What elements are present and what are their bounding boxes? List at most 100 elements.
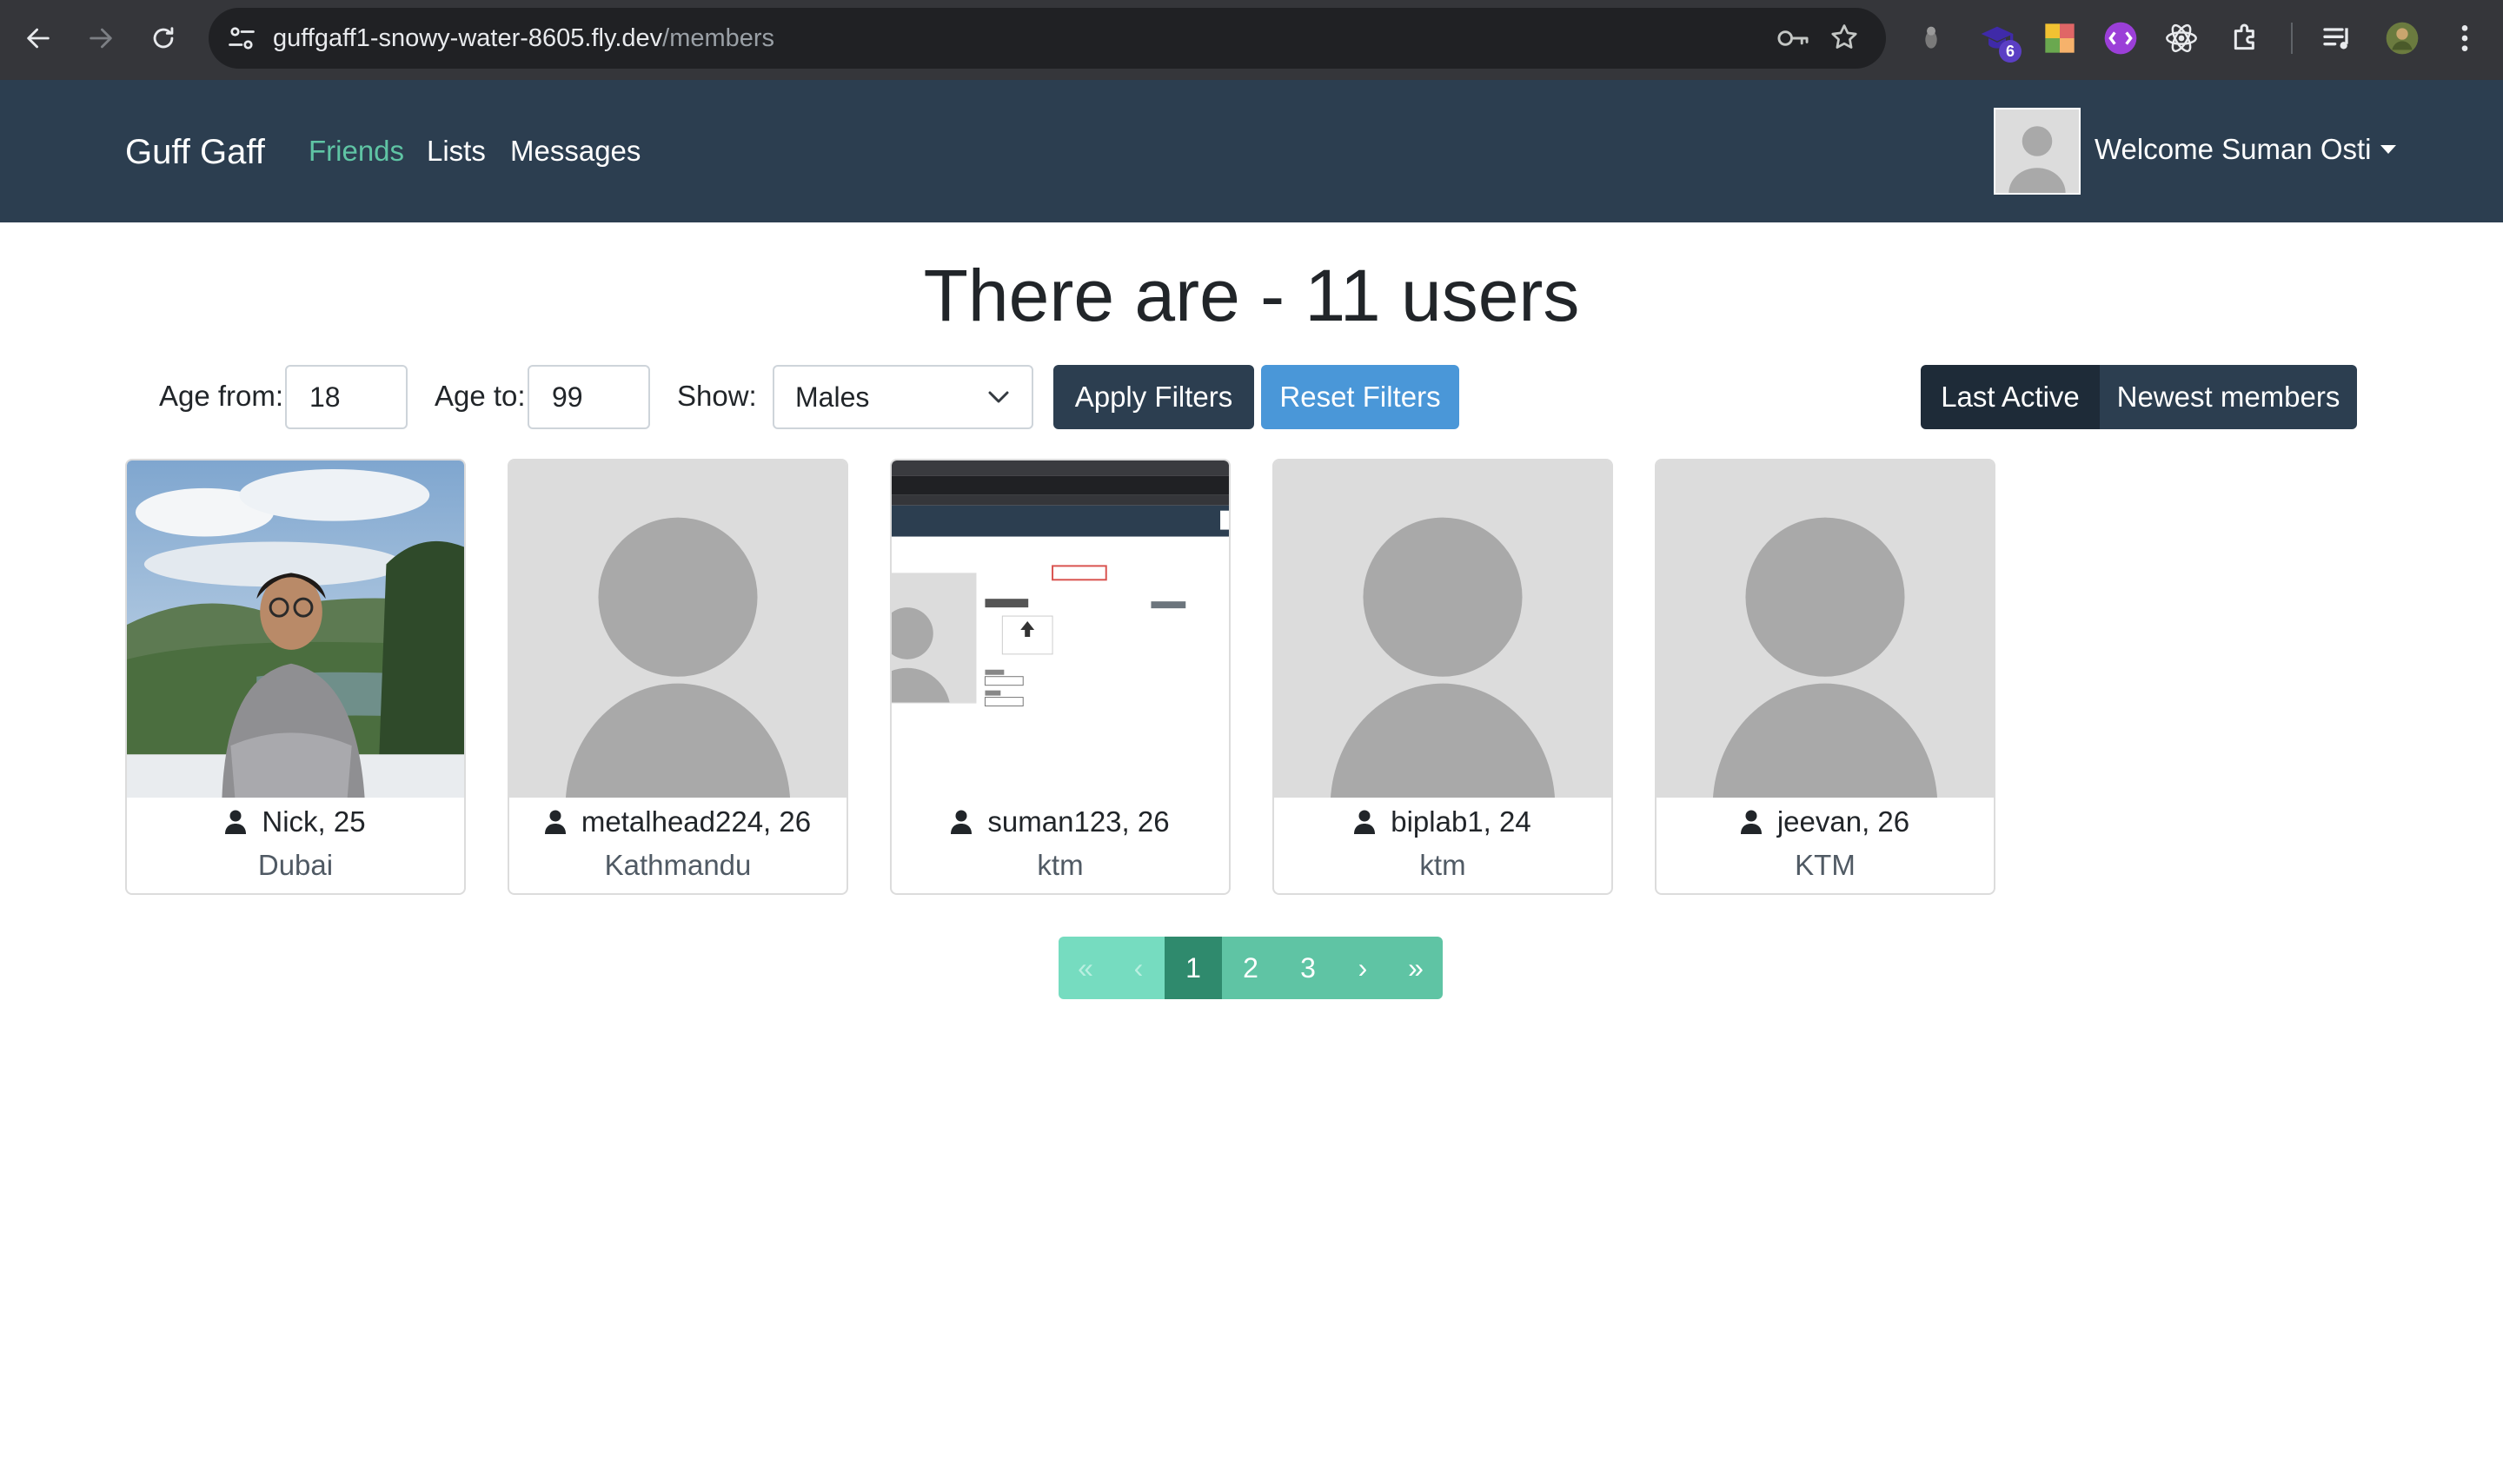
- gender-select-value: Males: [795, 381, 870, 413]
- sort-button-group: Last Active Newest members: [1921, 365, 2357, 429]
- arrow-left-icon: [27, 28, 50, 49]
- reload-button[interactable]: [139, 14, 188, 63]
- extension-react[interactable]: [2162, 19, 2201, 57]
- user-icon: [225, 810, 247, 834]
- member-name-text: jeevan, 26: [1776, 805, 1910, 838]
- screenshot-photo-icon: [892, 460, 1229, 798]
- member-name-text: metalhead224, 26: [581, 805, 812, 838]
- member-card[interactable]: biplab1, 24 ktm: [1272, 459, 1613, 895]
- nav-messages[interactable]: Messages: [510, 134, 641, 169]
- member-card[interactable]: suman123, 26 ktm: [890, 459, 1231, 895]
- user-icon: [1354, 810, 1376, 834]
- playlist-icon: [2323, 28, 2348, 50]
- media-controls[interactable]: [2319, 19, 2357, 57]
- extension-colorful[interactable]: [2041, 19, 2079, 57]
- member-city: KTM: [1795, 849, 1856, 881]
- brand-link[interactable]: Guff Gaff: [125, 132, 265, 172]
- member-card[interactable]: metalhead224, 26 Kathmandu: [508, 459, 848, 895]
- kebab-menu-icon: [2461, 25, 2468, 51]
- address-bar[interactable]: guffgaff1-snowy-water-8605.fly.dev/membe…: [209, 8, 1886, 69]
- colorful-extension-icon: [2045, 23, 2075, 53]
- age-to-label: Age to:: [435, 380, 526, 412]
- user-icon: [951, 810, 973, 834]
- bookmark-star-icon[interactable]: [1829, 22, 1860, 53]
- member-city: ktm: [1037, 849, 1084, 881]
- member-name: suman123, 26: [892, 805, 1229, 839]
- last-page-button[interactable]: »: [1389, 937, 1443, 999]
- newest-members-button[interactable]: Newest members: [2100, 365, 2357, 429]
- member-card[interactable]: jeevan, 26 KTM: [1655, 459, 1995, 895]
- arrow-right-icon: [90, 28, 112, 49]
- reload-icon: [153, 27, 174, 49]
- caret-down-icon: [2380, 145, 2396, 154]
- key-icon[interactable]: [1776, 23, 1809, 54]
- age-from-input[interactable]: 18: [285, 365, 408, 429]
- member-name-text: biplab1, 24: [1391, 805, 1531, 838]
- member-name-text: suman123, 26: [987, 805, 1170, 838]
- show-label: Show:: [677, 380, 757, 412]
- react-atom-icon: [2166, 23, 2197, 53]
- first-page-button[interactable]: «: [1059, 937, 1112, 999]
- welcome-text: Welcome Suman Osti: [2095, 133, 2372, 165]
- apply-filters-button[interactable]: Apply Filters: [1053, 365, 1254, 429]
- app-navbar: Guff Gaff Friends Lists Messages Welcome…: [0, 80, 2503, 222]
- forward-button[interactable]: [76, 14, 125, 63]
- default-avatar-icon: [509, 460, 847, 798]
- extension-gray[interactable]: [1912, 19, 1950, 57]
- member-city: Kathmandu: [604, 849, 752, 881]
- member-name: jeevan, 26: [1656, 805, 1994, 839]
- url-host: guffgaff1-snowy-water-8605.fly.dev: [273, 24, 663, 52]
- user-avatar[interactable]: [1994, 108, 2081, 195]
- age-from-label: Age from:: [159, 380, 284, 412]
- member-photo[interactable]: [127, 460, 464, 798]
- person-photo-icon: [127, 460, 464, 798]
- extension-dot-icon: [1925, 26, 1937, 49]
- previous-page-button[interactable]: ‹: [1112, 937, 1165, 999]
- profile-button[interactable]: [2383, 19, 2421, 57]
- reset-filters-button[interactable]: Reset Filters: [1261, 365, 1459, 429]
- member-name: metalhead224, 26: [509, 805, 847, 839]
- member-photo[interactable]: [1656, 460, 1994, 798]
- member-card[interactable]: Nick, 25 Dubai: [125, 459, 466, 895]
- site-settings-icon[interactable]: [226, 23, 257, 54]
- extension-graduation[interactable]: 6: [1978, 19, 2022, 63]
- extension-badge: 6: [1999, 40, 2022, 63]
- member-name-text: Nick, 25: [262, 805, 366, 838]
- member-city: ktm: [1419, 849, 1466, 881]
- member-name: Nick, 25: [127, 805, 464, 839]
- nav-lists[interactable]: Lists: [427, 134, 486, 169]
- toolbar-divider: [2291, 23, 2293, 54]
- member-city: Dubai: [257, 849, 334, 881]
- extensions-menu[interactable]: [2227, 19, 2265, 57]
- last-active-button[interactable]: Last Active: [1921, 365, 2100, 429]
- url-text[interactable]: guffgaff1-snowy-water-8605.fly.dev/membe…: [273, 23, 774, 53]
- puzzle-piece-icon: [2234, 23, 2254, 50]
- page-1-button[interactable]: 1: [1165, 937, 1222, 999]
- page-2-button[interactable]: 2: [1222, 937, 1279, 999]
- purple-circle-icon: [2104, 22, 2137, 55]
- default-avatar-icon: [1656, 460, 1994, 798]
- age-to-input[interactable]: 99: [528, 365, 650, 429]
- member-name: biplab1, 24: [1274, 805, 1611, 839]
- default-avatar-icon: [1274, 460, 1611, 798]
- browser-menu-button[interactable]: [2446, 19, 2484, 57]
- member-photo[interactable]: [1274, 460, 1611, 798]
- page-title: There are - 11 users: [923, 255, 1580, 336]
- extension-purple[interactable]: [2101, 19, 2140, 57]
- browser-toolbar: guffgaff1-snowy-water-8605.fly.dev/membe…: [0, 0, 2503, 80]
- next-page-button[interactable]: ›: [1337, 937, 1389, 999]
- member-photo[interactable]: [509, 460, 847, 798]
- user-dropdown-toggle[interactable]: Welcome Suman Osti: [2095, 132, 2396, 167]
- pagination: « ‹ 1 2 3 › »: [1059, 937, 1443, 999]
- user-icon: [544, 810, 566, 834]
- default-user-icon: [1995, 109, 2079, 193]
- user-icon: [1740, 810, 1762, 834]
- nav-friends[interactable]: Friends: [309, 134, 404, 169]
- gender-select[interactable]: Males: [773, 365, 1033, 429]
- profile-picture-icon: [2386, 22, 2419, 55]
- member-photo[interactable]: [892, 460, 1229, 798]
- chevron-down-icon: [988, 391, 1009, 403]
- page-3-button[interactable]: 3: [1279, 937, 1337, 999]
- back-button[interactable]: [14, 14, 63, 63]
- url-path: /members: [662, 24, 775, 52]
